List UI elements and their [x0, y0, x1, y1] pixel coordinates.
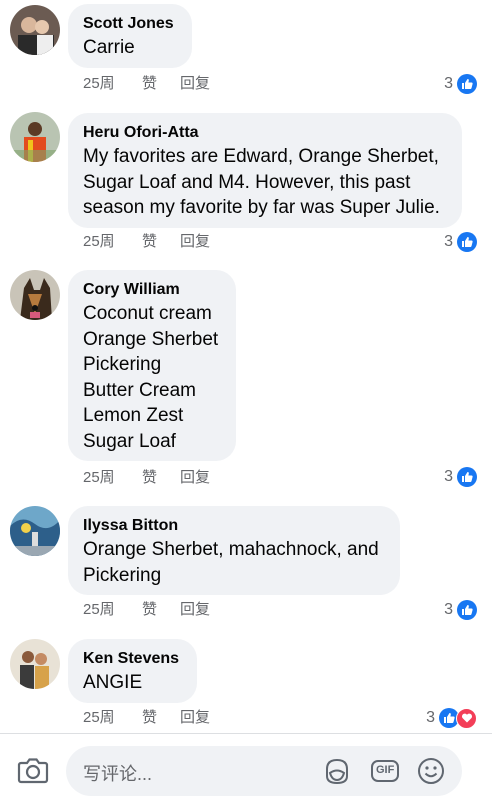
reaction-summary[interactable]: 3: [444, 73, 477, 95]
comment-bubble: Scott Jones Carrie: [68, 4, 192, 68]
comment-time[interactable]: 25周: [83, 74, 115, 94]
sticker-icon[interactable]: [322, 756, 352, 786]
comment-time[interactable]: 25周: [83, 468, 115, 488]
comment-text: Orange Sherbet, mahachnock, and Pickerin…: [83, 539, 379, 586]
comment-input-placeholder: 写评论...: [83, 764, 153, 784]
comment-line: Sugar Loaf: [83, 430, 176, 452]
reply-button[interactable]: 回复: [180, 468, 210, 488]
gif-icon[interactable]: GIF: [370, 756, 400, 786]
comment-bubble: Heru Ofori-Atta My favorites are Edward,…: [68, 113, 462, 228]
avatar[interactable]: [10, 5, 60, 55]
comment-author[interactable]: Ilyssa Bitton: [83, 515, 384, 537]
thumbs-up-icon: [457, 232, 477, 252]
avatar[interactable]: [10, 506, 60, 556]
reaction-summary[interactable]: 3: [444, 231, 477, 253]
emoji-icon[interactable]: [416, 756, 446, 786]
comment-bubble: Ilyssa Bitton Orange Sherbet, mahachnock…: [68, 506, 400, 595]
heart-icon: [456, 707, 477, 729]
comment-line: Coconut cream: [83, 303, 212, 324]
comment-line: Butter Cream: [83, 379, 196, 401]
thumbs-up-icon: [457, 600, 477, 620]
reply-button[interactable]: 回复: [180, 708, 210, 728]
reaction-count: 3: [444, 233, 453, 250]
comment-text: ANGIE: [83, 672, 143, 693]
comment-author[interactable]: Heru Ofori-Atta: [83, 122, 446, 144]
reply-button[interactable]: 回复: [180, 232, 210, 252]
like-button[interactable]: 赞: [142, 468, 157, 488]
reaction-count: 3: [444, 75, 453, 92]
reaction-summary[interactable]: 3: [426, 707, 477, 729]
comment-text: Carrie: [83, 37, 135, 58]
reaction-count: 3: [444, 601, 453, 618]
reaction-summary[interactable]: 3: [444, 599, 477, 621]
reaction-count: 3: [426, 709, 435, 726]
comment-line: Pickering: [83, 354, 162, 375]
comment-bubble: Ken Stevens ANGIE: [68, 639, 197, 703]
comment-time[interactable]: 25周: [83, 600, 115, 620]
avatar[interactable]: [10, 639, 60, 689]
avatar[interactable]: [10, 270, 60, 320]
comment-author[interactable]: Cory William: [83, 279, 220, 301]
gif-label: GIF: [376, 764, 395, 776]
like-button[interactable]: 赞: [142, 74, 157, 94]
comment-line: Lemon Zest: [83, 405, 184, 426]
comment-author[interactable]: Ken Stevens: [83, 648, 181, 670]
comment-input[interactable]: 写评论... GIF: [66, 746, 462, 796]
thumbs-up-icon: [457, 467, 477, 487]
reply-button[interactable]: 回复: [180, 600, 210, 620]
comment-time[interactable]: 25周: [83, 708, 115, 728]
reply-button[interactable]: 回复: [180, 74, 210, 94]
like-button[interactable]: 赞: [142, 232, 157, 252]
comment-author[interactable]: Scott Jones: [83, 13, 176, 35]
comment-bubble: Cory William Coconut cream Orange Sherbe…: [68, 270, 236, 461]
reaction-summary[interactable]: 3: [444, 466, 477, 488]
comment-text: My favorites are Edward, Orange Sherbet,…: [83, 146, 440, 218]
reaction-count: 3: [444, 468, 453, 485]
comment-line: Orange Sherbet: [83, 328, 219, 350]
comment-composer: 写评论... GIF: [0, 733, 492, 800]
avatar[interactable]: [10, 112, 60, 162]
camera-icon[interactable]: [17, 756, 49, 784]
comment-time[interactable]: 25周: [83, 232, 115, 252]
like-button[interactable]: 赞: [142, 600, 157, 620]
thumbs-up-icon: [457, 74, 477, 94]
like-button[interactable]: 赞: [142, 708, 157, 728]
